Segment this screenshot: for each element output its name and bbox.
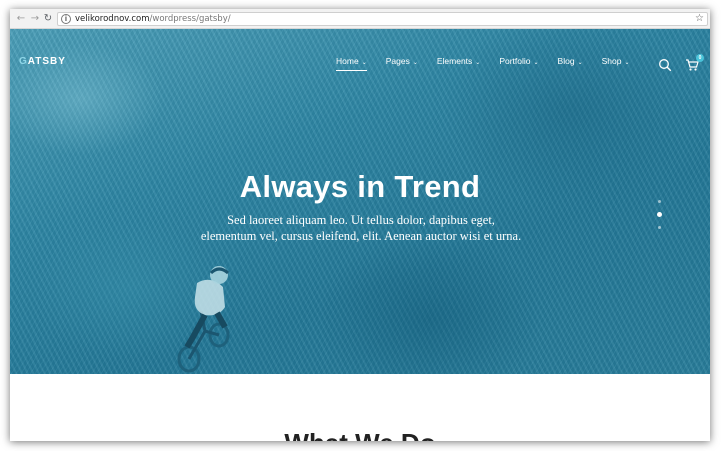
slider-dot[interactable] xyxy=(657,200,661,203)
chevron-down-icon: ⌄ xyxy=(533,59,539,66)
hero-subtitle-line: elementum vel, cursus eleifend, elit. Ae… xyxy=(200,229,522,243)
nav-label: Shop xyxy=(601,56,622,66)
logo-text: ATSBY xyxy=(27,56,66,67)
hero-title: Always in Trend xyxy=(239,169,481,204)
address-bar[interactable]: i velikorodnov.com/wordpress/gatsby/ ☆ xyxy=(57,12,708,26)
forward-icon[interactable]: → xyxy=(28,12,42,26)
chevron-down-icon: ⌄ xyxy=(624,59,630,66)
content-section: What We Do xyxy=(10,374,710,441)
hero-slider: GATSBY Home ⌄ Pages ⌄ Elements ⌄ Portfolio ⌄… xyxy=(10,29,710,374)
slider-dot[interactable] xyxy=(656,212,662,217)
hero-subtitle-line: Sed laoreet aliquam leo. Ut tellus dolor… xyxy=(227,213,495,227)
back-icon[interactable]: ← xyxy=(14,12,28,26)
nav-elements[interactable]: Elements ⌄ xyxy=(437,54,480,70)
nav-home[interactable]: Home ⌄ xyxy=(336,54,367,71)
chevron-down-icon: ⌄ xyxy=(412,59,418,66)
mountain-biker-image xyxy=(177,266,230,373)
reload-icon[interactable]: ↻ xyxy=(41,12,55,26)
cart-count-badge: 0 xyxy=(696,54,704,62)
browser-toolbar: ← → ↻ i velikorodnov.com/wordpress/gatsb… xyxy=(10,9,710,29)
logo-accent-letter: G xyxy=(19,56,28,67)
hero-subtitle: Sed laoreet aliquam leo. Ut tellus dolor… xyxy=(185,212,537,244)
url-domain: velikorodnov.com xyxy=(75,14,150,24)
slider-pagination xyxy=(656,200,662,238)
site-logo[interactable]: GATSBY xyxy=(19,56,66,67)
nav-label: Blog xyxy=(557,56,575,66)
site-info-icon[interactable]: i xyxy=(61,14,71,24)
nav-label: Portfolio xyxy=(499,56,531,66)
nav-portfolio[interactable]: Portfolio ⌄ xyxy=(499,54,538,70)
nav-shop[interactable]: Shop ⌄ xyxy=(602,54,630,70)
chevron-down-icon: ⌄ xyxy=(361,59,367,66)
search-icon[interactable] xyxy=(658,58,672,72)
chevron-down-icon: ⌄ xyxy=(475,59,481,66)
nav-label: Pages xyxy=(385,56,410,66)
main-navigation: Home ⌄ Pages ⌄ Elements ⌄ Portfolio ⌄ Blog ⌄ … xyxy=(336,54,648,71)
nav-blog[interactable]: Blog ⌄ xyxy=(558,54,583,70)
nav-label: Elements xyxy=(436,56,473,66)
slider-dot[interactable] xyxy=(657,226,661,229)
nav-label: Home xyxy=(336,56,359,66)
chevron-down-icon: ⌄ xyxy=(577,59,583,66)
url-path: /wordpress/gatsby/ xyxy=(149,14,231,24)
address-url[interactable]: velikorodnov.com/wordpress/gatsby/ xyxy=(75,13,231,25)
section-heading: What We Do xyxy=(10,428,710,441)
nav-pages[interactable]: Pages ⌄ xyxy=(386,54,418,70)
bookmark-star-icon[interactable]: ☆ xyxy=(695,13,704,25)
browser-window: ← → ↻ i velikorodnov.com/wordpress/gatsb… xyxy=(10,9,710,441)
